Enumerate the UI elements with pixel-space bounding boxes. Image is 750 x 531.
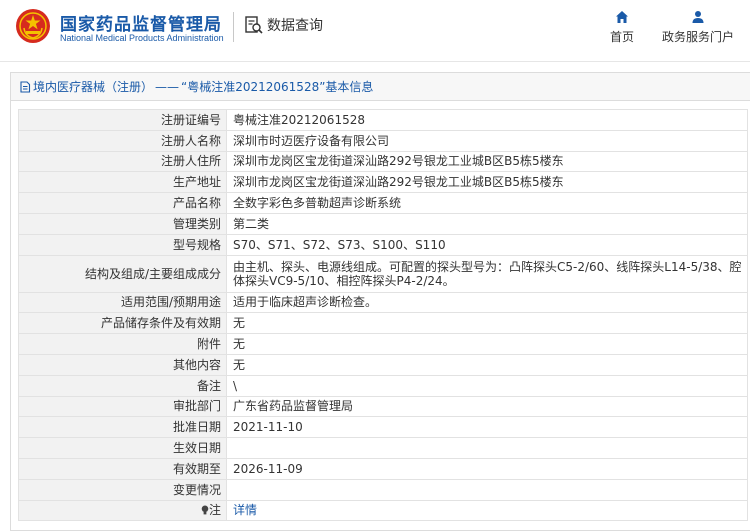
table-row: 备注 \	[18, 374, 748, 397]
field-value: 无	[226, 333, 748, 355]
field-value: 深圳市时迈医疗设备有限公司	[226, 129, 748, 152]
table-row: 生效日期	[18, 437, 748, 459]
data-query-link[interactable]: 数据查询	[244, 14, 323, 36]
table-row: 注册证编号 粤械注准20212061528	[18, 109, 748, 131]
table-row: 批准日期 2021-11-10	[18, 416, 748, 439]
table-row: 审批部门 广东省药品监督管理局	[18, 395, 748, 418]
site-header: 国家药品监督管理局 National Medical Products Admi…	[0, 0, 750, 62]
data-query-label: 数据查询	[267, 18, 323, 34]
table-row: 有效期至 2026-11-09	[18, 457, 748, 480]
note-label-cell: 注	[18, 499, 227, 522]
table-row: 变更情况	[18, 478, 748, 501]
field-label: 变更情况	[18, 478, 227, 501]
field-value: 适用于临床超声诊断检查。	[226, 291, 748, 314]
field-label: 注册证编号	[18, 109, 227, 131]
field-label: 备注	[18, 374, 227, 397]
field-label: 生产地址	[18, 171, 227, 194]
table-row: 结构及组成/主要组成成分 由主机、探头、电源线组成。可配置的探头型号为：凸阵探头…	[18, 254, 748, 293]
field-label: 批准日期	[18, 416, 227, 439]
brand-name-en: National Medical Products Administration	[60, 33, 224, 43]
nav-home-label: 首页	[609, 30, 634, 44]
field-value: 由主机、探头、电源线组成。可配置的探头型号为：凸阵探头C5-2/60、线阵探头L…	[226, 254, 748, 293]
nav-service-portal[interactable]: 政务服务门户	[658, 10, 738, 45]
table-row: 管理类别 第二类	[18, 212, 748, 235]
record-title: “粤械注准20212061528”基本信息	[181, 80, 374, 94]
field-label: 生效日期	[18, 437, 227, 459]
field-value: 深圳市龙岗区宝龙街道深汕路292号银龙工业城B区B5栋5楼东	[226, 171, 748, 194]
record-table: 注册证编号 粤械注准20212061528 注册人名称 深圳市时迈医疗设备有限公…	[18, 109, 748, 522]
field-label: 结构及组成/主要组成成分	[18, 254, 227, 293]
field-label: 审批部门	[18, 395, 227, 418]
field-label: 管理类别	[18, 212, 227, 235]
table-row: 产品储存条件及有效期 无	[18, 312, 748, 335]
search-document-icon	[245, 16, 263, 34]
home-icon	[616, 11, 628, 23]
nav-portal-label: 政务服务门户	[661, 30, 734, 44]
table-row: 型号规格 S70、S71、S72、S73、S100、S110	[18, 233, 748, 256]
field-label: 注册人住所	[18, 150, 227, 173]
table-row: 注册人名称 深圳市时迈医疗设备有限公司	[18, 129, 748, 152]
field-value: 深圳市龙岗区宝龙街道深汕路292号银龙工业城B区B5栋5楼东	[226, 150, 748, 173]
note-label: 注	[208, 503, 221, 518]
table-row: 其他内容 无	[18, 353, 748, 376]
field-label: 适用范围/预期用途	[18, 291, 227, 314]
note-value-cell: 详情	[226, 499, 748, 522]
field-label: 产品储存条件及有效期	[18, 312, 227, 335]
field-value: 广东省药品监督管理局	[226, 395, 748, 418]
field-label: 注册人名称	[18, 129, 227, 152]
document-icon	[20, 80, 31, 93]
field-value	[226, 437, 748, 459]
header-divider	[233, 12, 234, 42]
nav-home[interactable]: 首页	[603, 10, 641, 45]
field-value: 2026-11-09	[226, 457, 748, 480]
field-value: S70、S71、S72、S73、S100、S110	[226, 233, 748, 256]
lightbulb-icon	[201, 505, 209, 515]
user-icon	[692, 11, 704, 23]
table-row: 注册人住所 深圳市龙岗区宝龙街道深汕路292号银龙工业城B区B5栋5楼东	[18, 150, 748, 173]
field-label: 型号规格	[18, 233, 227, 256]
breadcrumb-category: 境内医疗器械（注册）	[33, 80, 154, 94]
field-label: 附件	[18, 333, 227, 355]
details-link[interactable]: 详情	[233, 503, 257, 517]
field-label: 有效期至	[18, 457, 227, 480]
table-row: 生产地址 深圳市龙岗区宝龙街道深汕路292号银龙工业城B区B5栋5楼东	[18, 171, 748, 194]
field-label: 产品名称	[18, 192, 227, 214]
field-value: 第二类	[226, 212, 748, 235]
field-value: 2021-11-10	[226, 416, 748, 439]
field-value: \	[226, 374, 748, 397]
national-emblem-icon	[16, 9, 50, 43]
brand-name-cn: 国家药品监督管理局	[60, 15, 222, 35]
field-value: 粤械注准20212061528	[226, 109, 748, 131]
table-row: 产品名称 全数字彩色多普勒超声诊断系统	[18, 192, 748, 214]
field-value: 全数字彩色多普勒超声诊断系统	[226, 192, 748, 214]
field-value: 无	[226, 312, 748, 335]
field-value	[226, 478, 748, 501]
record-panel: 境内医疗器械（注册） —— “粤械注准20212061528”基本信息 注册证编…	[10, 72, 750, 531]
field-label: 其他内容	[18, 353, 227, 376]
field-value: 无	[226, 353, 748, 376]
panel-title-bar: 境内医疗器械（注册） —— “粤械注准20212061528”基本信息	[11, 73, 750, 101]
table-row: 注 详情	[18, 499, 748, 522]
breadcrumb-separator: ——	[155, 79, 180, 94]
table-row: 附件 无	[18, 333, 748, 355]
table-row: 适用范围/预期用途 适用于临床超声诊断检查。	[18, 291, 748, 314]
